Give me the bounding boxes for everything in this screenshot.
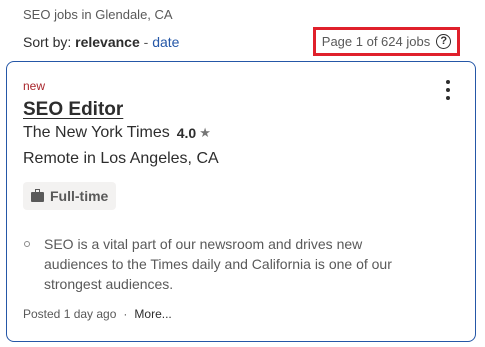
sort-date-link[interactable]: date xyxy=(152,34,179,50)
company-row: The New York Times 4.0 ★ xyxy=(23,124,211,142)
new-tag: new xyxy=(23,79,46,93)
bullet-icon xyxy=(23,234,44,294)
footer-separator: · xyxy=(123,307,128,321)
page-count-box: Page 1 of 624 jobs ? xyxy=(313,27,460,56)
job-footer: Posted 1 day ago · More... xyxy=(23,307,172,321)
sort-label: Sort by: xyxy=(23,34,72,50)
company-name: The New York Times xyxy=(23,124,170,141)
job-title-link[interactable]: SEO Editor xyxy=(23,99,123,121)
job-location: Remote in Los Angeles, CA xyxy=(23,150,219,167)
sort-separator: - xyxy=(143,34,149,50)
page-count: Page 1 of 624 jobs xyxy=(321,34,431,49)
search-subtitle: SEO jobs in Glendale, CA xyxy=(23,7,173,22)
sort-relevance: relevance xyxy=(75,34,140,50)
question-circle-icon[interactable]: ? xyxy=(436,34,452,49)
posted-date: Posted 1 day ago xyxy=(23,307,117,321)
job-snippet: SEO is a vital part of our newsroom and … xyxy=(23,234,423,294)
briefcase-icon xyxy=(31,189,44,202)
sort-bar: Sort by: relevance - date xyxy=(23,34,179,50)
job-snippet-text: SEO is a vital part of our newsroom and … xyxy=(44,236,392,292)
star-icon: ★ xyxy=(199,125,211,140)
company-rating: 4.0 xyxy=(176,125,197,141)
job-card[interactable]: new SEO Editor The New York Times 4.0 ★ … xyxy=(6,61,476,342)
job-type-label: Full-time xyxy=(50,188,109,204)
job-type-badge: Full-time xyxy=(23,182,117,210)
more-options-icon[interactable] xyxy=(445,80,451,100)
more-link[interactable]: More... xyxy=(134,307,171,321)
